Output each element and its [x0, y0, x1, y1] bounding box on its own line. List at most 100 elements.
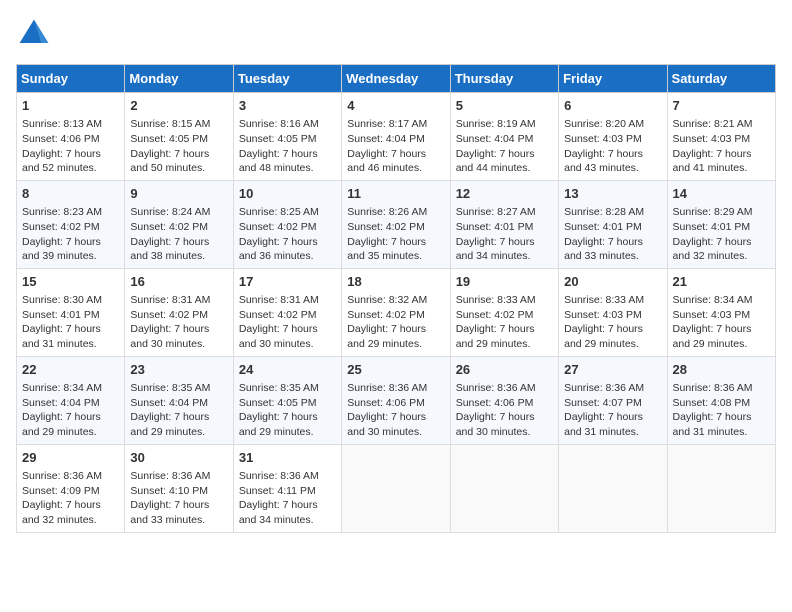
day-cell-12: 12Sunrise: 8:27 AMSunset: 4:01 PMDayligh…: [450, 180, 558, 268]
sunset: Sunset: 4:01 PM: [564, 221, 642, 233]
day-number: 8: [22, 185, 119, 203]
day-info: Sunrise: 8:33 AMSunset: 4:02 PMDaylight:…: [456, 293, 553, 352]
day-number: 11: [347, 185, 444, 203]
daylight-line1: Daylight: 7 hours: [239, 236, 318, 248]
day-number: 2: [130, 97, 227, 115]
day-info: Sunrise: 8:34 AMSunset: 4:03 PMDaylight:…: [673, 293, 770, 352]
daylight-line1: Daylight: 7 hours: [22, 499, 101, 511]
day-cell-23: 23 Sunrise: 8:35 AMSunset: 4:04 PMDayligh…: [125, 356, 233, 444]
calendar-week-5: 29 Sunrise: 8:36 AM Sunset: 4:09 PM Dayligh…: [17, 444, 776, 532]
daylight-line2: and 29 minutes.: [564, 338, 639, 350]
sunrise: Sunrise: 8:30 AM: [22, 294, 102, 306]
sunrise: Sunrise: 8:36 AM: [22, 470, 102, 482]
sunset: Sunset: 4:06 PM: [22, 133, 100, 145]
day-cell-14: 14Sunrise: 8:29 AMSunset: 4:01 PMDayligh…: [667, 180, 775, 268]
day-cell-25: 25Sunrise: 8:36 AMSunset: 4:06 PMDayligh…: [342, 356, 450, 444]
weekday-friday: Friday: [559, 65, 667, 93]
day-number: 23: [130, 361, 227, 379]
sunset: Sunset: 4:08 PM: [673, 397, 751, 409]
day-cell-13: 13Sunrise: 8:28 AMSunset: 4:01 PMDayligh…: [559, 180, 667, 268]
day-info: Sunrise: 8:21 AMSunset: 4:03 PMDaylight:…: [673, 117, 770, 176]
day-info: Sunrise: 8:26 AMSunset: 4:02 PMDaylight:…: [347, 205, 444, 264]
logo-icon: [16, 16, 52, 52]
day-info: Sunrise: 8:19 AMSunset: 4:04 PMDaylight:…: [456, 117, 553, 176]
day-info: Sunrise: 8:36 AM Sunset: 4:09 PM Daylight:…: [22, 469, 119, 528]
day-info: Sunrise: 8:32 AMSunset: 4:02 PMDaylight:…: [347, 293, 444, 352]
day-info: Sunrise: 8:23 AMSunset: 4:02 PMDaylight:…: [22, 205, 119, 264]
weekday-tuesday: Tuesday: [233, 65, 341, 93]
day-info: Sunrise: 8:20 AMSunset: 4:03 PMDaylight:…: [564, 117, 661, 176]
empty-cell: [559, 444, 667, 532]
daylight-line1: Daylight: 7 hours: [564, 236, 643, 248]
day-number: 19: [456, 273, 553, 291]
daylight-line2: and 30 minutes.: [130, 338, 205, 350]
day-number: 3: [239, 97, 336, 115]
sunrise: Sunrise: 8:36 AM: [673, 382, 753, 394]
sunset: Sunset: 4:09 PM: [22, 485, 100, 497]
daylight-line2: and 39 minutes.: [22, 250, 97, 262]
day-cell-6: 6 Sunrise: 8:20 AMSunset: 4:03 PMDaylight…: [559, 93, 667, 181]
sunset: Sunset: 4:04 PM: [130, 397, 208, 409]
daylight-line1: Daylight: 7 hours: [564, 148, 643, 160]
weekday-monday: Monday: [125, 65, 233, 93]
day-number: 30: [130, 449, 227, 467]
sunrise: Sunrise: 8:24 AM: [130, 206, 210, 218]
daylight-line1: Daylight: 7 hours: [239, 148, 318, 160]
daylight-line2: and 41 minutes.: [673, 162, 748, 174]
calendar-week-1: 1Sunrise: 8:13 AMSunset: 4:06 PMDaylight…: [17, 93, 776, 181]
sunrise: Sunrise: 8:19 AM: [456, 118, 536, 130]
day-number: 6: [564, 97, 661, 115]
day-cell-4: 4Sunrise: 8:17 AMSunset: 4:04 PMDaylight…: [342, 93, 450, 181]
daylight-line2: and 32 minutes.: [22, 514, 97, 526]
sunrise: Sunrise: 8:25 AM: [239, 206, 319, 218]
sunrise: Sunrise: 8:17 AM: [347, 118, 427, 130]
daylight-line2: and 29 minutes.: [22, 426, 97, 438]
day-cell-28: 28Sunrise: 8:36 AMSunset: 4:08 PMDayligh…: [667, 356, 775, 444]
sunset: Sunset: 4:03 PM: [564, 309, 642, 321]
day-cell-20: 20Sunrise: 8:33 AMSunset: 4:03 PMDayligh…: [559, 268, 667, 356]
day-number: 26: [456, 361, 553, 379]
daylight-line1: Daylight: 7 hours: [130, 148, 209, 160]
calendar-week-3: 15Sunrise: 8:30 AMSunset: 4:01 PMDayligh…: [17, 268, 776, 356]
day-info: Sunrise: 8:35 AMSunset: 4:04 PMDaylight:…: [130, 381, 227, 440]
sunset: Sunset: 4:05 PM: [239, 397, 317, 409]
sunset: Sunset: 4:02 PM: [130, 221, 208, 233]
daylight-line2: and 32 minutes.: [673, 250, 748, 262]
daylight-line1: Daylight: 7 hours: [564, 411, 643, 423]
day-info: Sunrise: 8:36 AMSunset: 4:06 PMDaylight:…: [456, 381, 553, 440]
sunrise: Sunrise: 8:16 AM: [239, 118, 319, 130]
day-number: 9: [130, 185, 227, 203]
day-info: Sunrise: 8:33 AMSunset: 4:03 PMDaylight:…: [564, 293, 661, 352]
daylight-line1: Daylight: 7 hours: [22, 236, 101, 248]
weekday-wednesday: Wednesday: [342, 65, 450, 93]
day-cell-5: 5Sunrise: 8:19 AMSunset: 4:04 PMDaylight…: [450, 93, 558, 181]
day-info: Sunrise: 8:17 AMSunset: 4:04 PMDaylight:…: [347, 117, 444, 176]
day-number: 14: [673, 185, 770, 203]
day-number: 29: [22, 449, 119, 467]
sunset: Sunset: 4:03 PM: [673, 133, 751, 145]
day-info: Sunrise: 8:13 AMSunset: 4:06 PMDaylight:…: [22, 117, 119, 176]
calendar-week-2: 8 Sunrise: 8:23 AMSunset: 4:02 PMDaylight…: [17, 180, 776, 268]
daylight-line2: and 44 minutes.: [456, 162, 531, 174]
sunset: Sunset: 4:04 PM: [22, 397, 100, 409]
sunrise: Sunrise: 8:36 AM: [347, 382, 427, 394]
weekday-header-row: SundayMondayTuesdayWednesdayThursdayFrid…: [17, 65, 776, 93]
daylight-line1: Daylight: 7 hours: [347, 236, 426, 248]
day-info: Sunrise: 8:36 AMSunset: 4:08 PMDaylight:…: [673, 381, 770, 440]
day-cell-11: 11 Sunrise: 8:26 AMSunset: 4:02 PMDayligh…: [342, 180, 450, 268]
day-number: 24: [239, 361, 336, 379]
day-info: Sunrise: 8:31 AMSunset: 4:02 PMDaylight:…: [130, 293, 227, 352]
daylight-line2: and 38 minutes.: [130, 250, 205, 262]
daylight-line1: Daylight: 7 hours: [456, 236, 535, 248]
daylight-line2: and 30 minutes.: [239, 338, 314, 350]
day-cell-1: 1Sunrise: 8:13 AMSunset: 4:06 PMDaylight…: [17, 93, 125, 181]
day-info: Sunrise: 8:27 AMSunset: 4:01 PMDaylight:…: [456, 205, 553, 264]
sunset: Sunset: 4:02 PM: [239, 221, 317, 233]
day-info: Sunrise: 8:25 AM Sunset: 4:02 PM Daylight:…: [239, 205, 336, 264]
day-info: Sunrise: 8:28 AMSunset: 4:01 PMDaylight:…: [564, 205, 661, 264]
calendar-header: SundayMondayTuesdayWednesdayThursdayFrid…: [17, 65, 776, 93]
sunrise: Sunrise: 8:34 AM: [673, 294, 753, 306]
sunset: Sunset: 4:05 PM: [239, 133, 317, 145]
day-cell-19: 19 Sunrise: 8:33 AMSunset: 4:02 PMDayligh…: [450, 268, 558, 356]
sunrise: Sunrise: 8:36 AM: [239, 470, 319, 482]
